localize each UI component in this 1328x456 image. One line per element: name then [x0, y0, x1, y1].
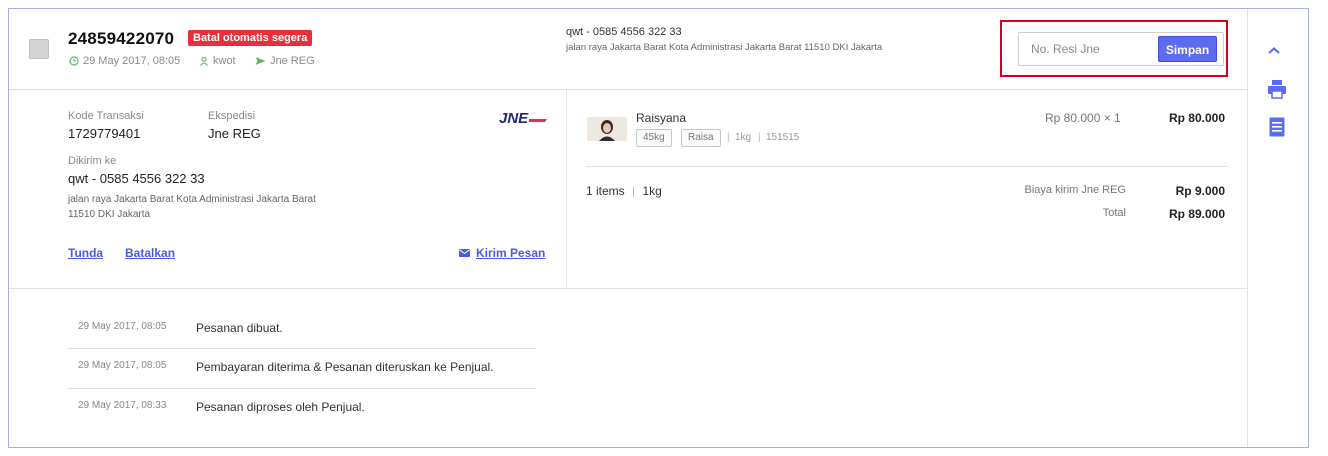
history-divider — [9, 288, 1247, 289]
kirim-pesan-text: Kirim Pesan — [476, 246, 546, 260]
order-id: 24859422070 — [68, 29, 175, 48]
product-name: Raisyana — [636, 111, 687, 125]
tunda-link[interactable]: Tunda — [68, 246, 103, 260]
product-thumbnail — [587, 117, 627, 141]
product-weight: 1kg — [735, 132, 752, 143]
header-address: jalan raya Jakarta Barat Kota Administra… — [566, 42, 883, 53]
shipping-label: Biaya kirim Jne REG — [1024, 184, 1126, 196]
print-icon[interactable] — [1267, 79, 1287, 104]
sidebar-divider — [1247, 9, 1248, 447]
total-value: Rp 89.000 — [1168, 207, 1225, 221]
product-sub-separator: | — [727, 132, 730, 143]
header-divider — [9, 89, 1247, 90]
chevron-up-icon[interactable] — [1267, 43, 1281, 61]
order-courier: Jne REG — [255, 55, 315, 67]
ekspedisi-label: Ekspedisi — [208, 110, 256, 122]
product-tag-size: 45kg — [636, 129, 672, 147]
ekspedisi-value: Jne REG — [208, 126, 261, 141]
history-time: 29 May 2017, 08:05 — [78, 321, 167, 332]
resi-input[interactable] — [1031, 41, 1151, 57]
user-icon — [199, 56, 209, 66]
product-unit-price: Rp 80.000 × 1 — [1045, 111, 1121, 125]
jne-logo-text: JNE — [499, 110, 529, 126]
recipient-address-line2: 11510 DKI Jakarta — [68, 209, 151, 220]
order-date-text: 29 May 2017, 08:05 — [83, 55, 181, 67]
save-button[interactable]: Simpan — [1158, 36, 1217, 62]
header-recipient: qwt - 0585 4556 322 33 — [566, 26, 682, 38]
resi-form: Simpan — [1018, 32, 1224, 66]
total-label: Total — [1102, 207, 1126, 219]
recipient-address-line1: jalan raya Jakarta Barat Kota Administra… — [68, 194, 316, 205]
order-card: 24859422070 Batal otomatis segera 29 May… — [8, 8, 1309, 448]
history-row: 29 May 2017, 08:05 Pesanan dibuat. — [68, 311, 536, 351]
history-time: 29 May 2017, 08:05 — [78, 360, 167, 371]
mail-icon — [459, 246, 470, 260]
summary-item-count: 1 items — [586, 184, 625, 198]
summary-weight: 1kg — [642, 184, 662, 198]
history-message: Pesanan diproses oleh Penjual. — [196, 400, 365, 414]
recipient-name: qwt - 0585 4556 322 33 — [68, 171, 205, 186]
history-separator — [68, 388, 536, 389]
summary-separator: | — [632, 184, 636, 198]
clock-icon — [69, 56, 79, 66]
column-divider — [566, 90, 567, 288]
kirim-pesan-link[interactable]: Kirim Pesan — [459, 246, 545, 260]
order-courier-text: Jne REG — [270, 55, 315, 67]
history-message: Pesanan dibuat. — [196, 321, 283, 335]
document-icon[interactable] — [1269, 117, 1285, 142]
summary-items: 1 items | 1kg — [586, 184, 662, 198]
dikirim-label: Dikirim ke — [68, 155, 117, 167]
order-buyer: kwot — [199, 55, 236, 67]
order-buyer-text: kwot — [213, 55, 236, 67]
status-badge: Batal otomatis segera — [188, 30, 313, 46]
items-divider — [586, 166, 1228, 167]
kode-transaksi-label: Kode Transaksi — [68, 110, 144, 122]
history-time: 29 May 2017, 08:33 — [78, 400, 167, 411]
product-line-total: Rp 80.000 — [1168, 111, 1225, 125]
history-row: 29 May 2017, 08:05 Pembayaran diterima &… — [68, 350, 536, 390]
product-sku: 151515 — [766, 132, 800, 143]
order-date: 29 May 2017, 08:05 — [69, 55, 180, 67]
product-sub-separator: | — [758, 132, 761, 143]
history-message: Pembayaran diterima & Pesanan diteruskan… — [196, 360, 494, 374]
history-row: 29 May 2017, 08:33 Pesanan diproses oleh… — [68, 390, 536, 430]
product-tag-variant: Raisa — [681, 129, 721, 147]
batalkan-link[interactable]: Batalkan — [125, 246, 175, 260]
order-select-checkbox[interactable] — [29, 39, 49, 59]
kode-transaksi-value: 1729779401 — [68, 126, 141, 141]
send-icon — [255, 56, 266, 66]
shipping-value: Rp 9.000 — [1175, 184, 1225, 198]
history-separator — [68, 348, 536, 349]
jne-logo: JNE — [499, 110, 547, 127]
